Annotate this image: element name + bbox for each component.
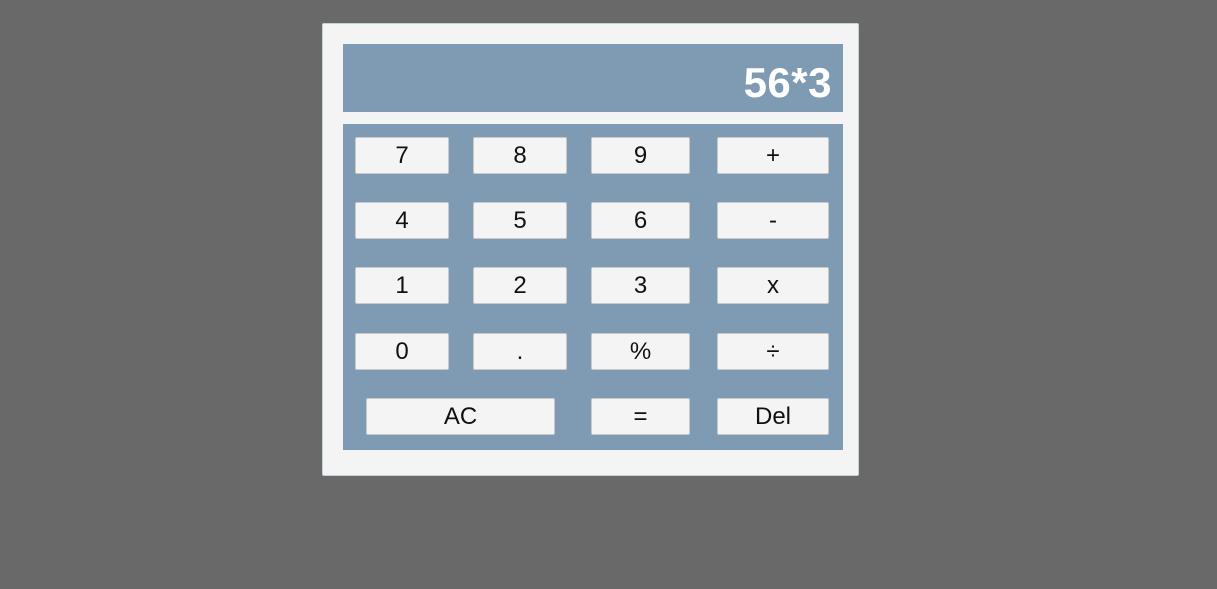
button-6[interactable]: 6: [591, 202, 690, 239]
button-5[interactable]: 5: [473, 202, 567, 239]
calculator: 56*3 7 8 9 + 4 5 6 - 1 2 3 x 0 . % ÷ AC …: [322, 23, 859, 476]
button-7[interactable]: 7: [355, 137, 449, 174]
button-4[interactable]: 4: [355, 202, 449, 239]
keypad: 7 8 9 + 4 5 6 - 1 2 3 x 0 . % ÷ AC = Del: [343, 124, 843, 450]
all-clear-button[interactable]: AC: [366, 398, 555, 435]
button-2[interactable]: 2: [473, 267, 567, 304]
percent-button[interactable]: %: [591, 333, 690, 370]
display-expression: 56*3: [743, 59, 832, 106]
delete-button[interactable]: Del: [717, 398, 829, 435]
multiply-button[interactable]: x: [717, 267, 829, 304]
equals-button[interactable]: =: [591, 398, 690, 435]
button-9[interactable]: 9: [591, 137, 690, 174]
subtract-button[interactable]: -: [717, 202, 829, 239]
decimal-button[interactable]: .: [473, 333, 567, 370]
divide-button[interactable]: ÷: [717, 333, 829, 370]
add-button[interactable]: +: [717, 137, 829, 174]
button-8[interactable]: 8: [473, 137, 567, 174]
calculator-display: 56*3: [343, 44, 843, 112]
button-3[interactable]: 3: [591, 267, 690, 304]
button-1[interactable]: 1: [355, 267, 449, 304]
button-0[interactable]: 0: [355, 333, 449, 370]
